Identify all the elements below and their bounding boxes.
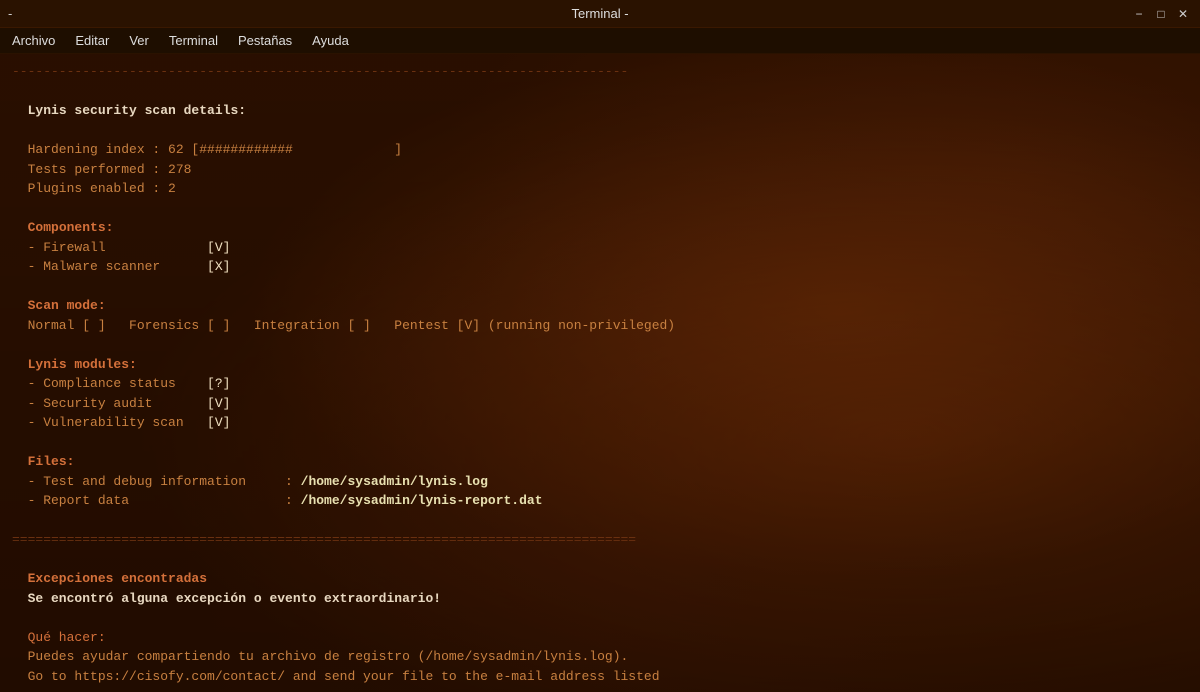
titlebar-title: Terminal - — [571, 6, 628, 21]
tests-performed-line: Tests performed : 278 — [12, 160, 1188, 180]
hardening-index-line: Hardening index : 62 [############ ] — [12, 140, 1188, 160]
blank-line-9 — [12, 608, 1188, 628]
test-debug-line: - Test and debug information : /home/sys… — [12, 472, 1188, 492]
menu-pestanas[interactable]: Pestañas — [230, 31, 300, 50]
separator-top: ----------------------------------------… — [12, 62, 1188, 82]
compliance-line: - Compliance status [?] — [12, 374, 1188, 394]
scan-mode-line: Normal [ ] Forensics [ ] Integration [ ]… — [12, 316, 1188, 336]
malware-line: - Malware scanner [X] — [12, 257, 1188, 277]
separator-2: ========================================… — [12, 530, 1188, 550]
vuln-scan-line: - Vulnerability scan [V] — [12, 413, 1188, 433]
menubar: Archivo Editar Ver Terminal Pestañas Ayu… — [0, 28, 1200, 54]
report-data-line: - Report data : /home/sysadmin/lynis-rep… — [12, 491, 1188, 511]
minimize-button[interactable]: − — [1130, 5, 1148, 23]
blank-line-3 — [12, 199, 1188, 219]
what-line1: Puedes ayudar compartiendo tu archivo de… — [12, 647, 1188, 667]
exception-title: Excepciones encontradas — [12, 569, 1188, 589]
lynis-modules-label: Lynis modules: — [12, 355, 1188, 375]
close-button[interactable]: ✕ — [1174, 5, 1192, 23]
titlebar-app-dash: - — [8, 6, 12, 21]
scan-details-label: Lynis security scan details: — [12, 101, 1188, 121]
menu-archivo[interactable]: Archivo — [4, 31, 63, 50]
blank-line-10 — [12, 686, 1188, 692]
terminal-content[interactable]: ----------------------------------------… — [0, 54, 1200, 692]
security-audit-line: - Security audit [V] — [12, 394, 1188, 414]
what-label: Qué hacer: — [12, 628, 1188, 648]
components-label: Components: — [12, 218, 1188, 238]
maximize-button[interactable]: □ — [1152, 5, 1170, 23]
titlebar: - Terminal - − □ ✕ — [0, 0, 1200, 28]
blank-line-2 — [12, 121, 1188, 141]
blank-line-4 — [12, 277, 1188, 297]
firewall-line: - Firewall [V] — [12, 238, 1188, 258]
terminal-body[interactable]: ----------------------------------------… — [0, 54, 1200, 692]
window-controls: − □ ✕ — [1130, 5, 1192, 23]
menu-ayuda[interactable]: Ayuda — [304, 31, 357, 50]
menu-ver[interactable]: Ver — [121, 31, 157, 50]
files-label: Files: — [12, 452, 1188, 472]
blank-line-8 — [12, 550, 1188, 570]
what-line2: Go to https://cisofy.com/contact/ and se… — [12, 667, 1188, 687]
blank-line-7 — [12, 511, 1188, 531]
blank-line-6 — [12, 433, 1188, 453]
exception-msg: Se encontró alguna excepción o evento ex… — [12, 589, 1188, 609]
menu-editar[interactable]: Editar — [67, 31, 117, 50]
scan-mode-label: Scan mode: — [12, 296, 1188, 316]
menu-terminal[interactable]: Terminal — [161, 31, 226, 50]
blank-line-5 — [12, 335, 1188, 355]
blank-line-1 — [12, 82, 1188, 102]
plugins-enabled-line: Plugins enabled : 2 — [12, 179, 1188, 199]
